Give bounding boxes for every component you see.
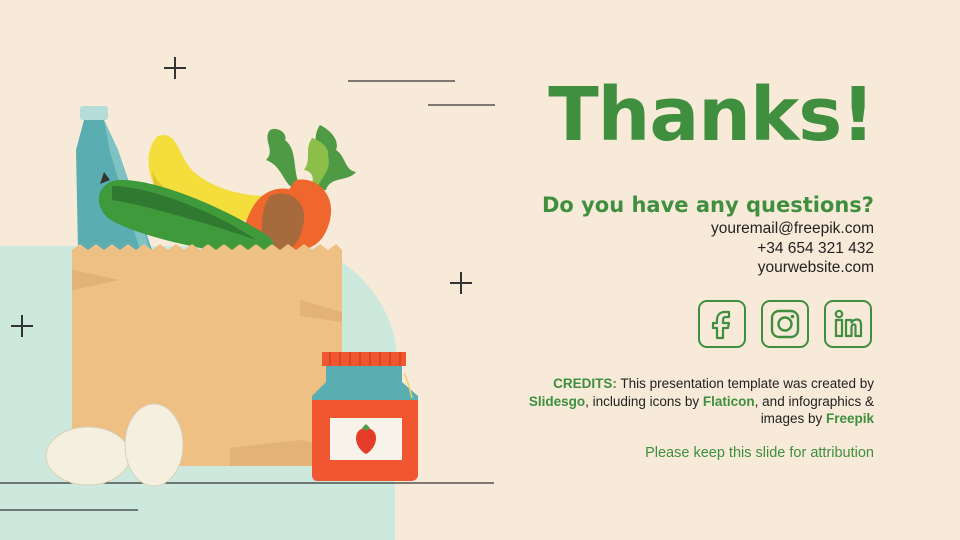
credits-part: This presentation template was created b…	[616, 376, 874, 391]
plus-icon	[450, 272, 472, 294]
contact-email[interactable]: youremail@freepik.com	[711, 219, 874, 239]
credits-label: CREDITS:	[553, 376, 617, 391]
plus-icon	[164, 57, 186, 79]
contact-phone[interactable]: +34 654 321 432	[711, 239, 874, 259]
slide-title: Thanks!	[548, 72, 875, 158]
contact-website[interactable]: yourwebsite.com	[711, 258, 874, 278]
credits-part: , including icons by	[585, 393, 703, 409]
facebook-icon[interactable]	[698, 300, 746, 348]
jam-jar	[312, 352, 418, 481]
slidesgo-link[interactable]: Slidesgo	[529, 394, 585, 409]
slide-subtitle: Do you have any questions?	[541, 193, 874, 217]
instagram-icon[interactable]	[761, 300, 809, 348]
credits-text: CREDITS: This presentation template was …	[514, 375, 874, 428]
flaticon-link[interactable]: Flaticon	[703, 394, 755, 409]
social-icons	[698, 300, 872, 348]
contact-info: youremail@freepik.com +34 654 321 432 yo…	[711, 219, 874, 278]
thanks-slide: Thanks! Do you have any questions? youre…	[0, 0, 960, 540]
carrot-leaves	[266, 125, 356, 190]
attribution-note: Please keep this slide for attribution	[645, 445, 874, 461]
linkedin-icon[interactable]	[824, 300, 872, 348]
freepik-link[interactable]: Freepik	[826, 411, 874, 426]
